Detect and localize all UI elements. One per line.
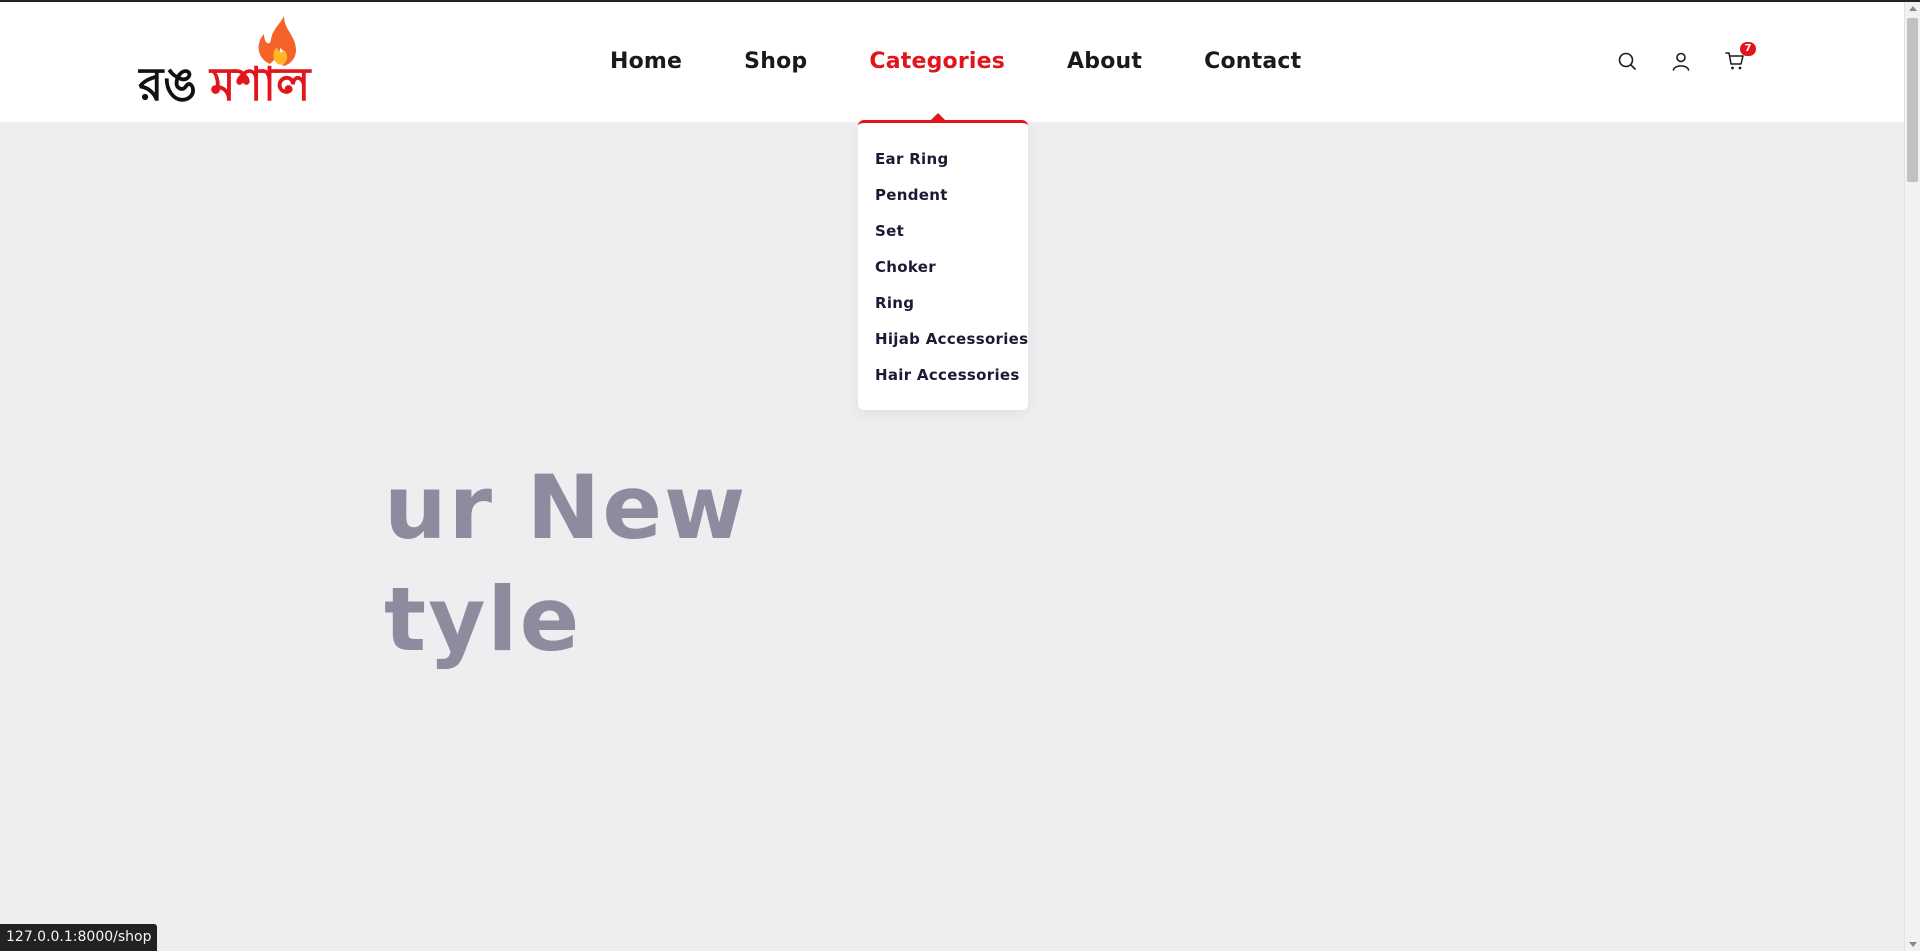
header-icons: 7 — [1614, 42, 1756, 74]
logo-graphic: রঙ মশাল — [136, 16, 312, 111]
category-pendent[interactable]: Pendent — [858, 183, 1028, 219]
category-ear-ring[interactable]: Ear Ring — [858, 147, 1028, 183]
nav-contact[interactable]: Contact — [1204, 42, 1301, 82]
cart-button[interactable]: 7 — [1722, 42, 1756, 74]
search-button[interactable] — [1614, 48, 1640, 74]
scroll-down-arrow-icon[interactable] — [1909, 942, 1917, 947]
logo-text-black: রঙ — [138, 57, 197, 108]
logo-text-red: মশাল — [208, 57, 312, 108]
hero-line-1: ur New — [384, 456, 748, 559]
category-choker[interactable]: Choker — [858, 255, 1028, 291]
nav-categories[interactable]: Categories — [869, 42, 1005, 82]
scroll-up-arrow-icon[interactable] — [1909, 6, 1917, 11]
user-icon — [1672, 52, 1690, 71]
categories-list: Ear Ring Pendent Set Choker Ring Hijab A… — [858, 147, 1028, 399]
hero-heading: ur New tyle — [384, 452, 747, 676]
category-hijab-accessories[interactable]: Hijab Accessories — [858, 327, 1028, 363]
dropdown-caret — [931, 113, 945, 120]
category-ring[interactable]: Ring — [858, 291, 1028, 327]
nav-about[interactable]: About — [1067, 42, 1142, 82]
category-set[interactable]: Set — [858, 219, 1028, 255]
search-icon — [1618, 52, 1636, 70]
nav-home[interactable]: Home — [610, 42, 682, 82]
nav-shop[interactable]: Shop — [744, 42, 807, 82]
hero-line-2: tyle — [384, 568, 582, 671]
scrollbar-thumb[interactable] — [1907, 18, 1918, 182]
main-nav: Home Shop Categories About Contact — [610, 42, 1301, 82]
site-header: রঙ মশাল Home Shop Categories About Conta… — [0, 2, 1904, 122]
account-button[interactable] — [1668, 48, 1694, 74]
category-hair-accessories[interactable]: Hair Accessories — [858, 363, 1028, 399]
page-scrollbar[interactable] — [1904, 2, 1920, 951]
link-status-bar: 127.0.0.1:8000/shop — [0, 924, 158, 951]
categories-dropdown: Ear Ring Pendent Set Choker Ring Hijab A… — [858, 120, 1028, 410]
cart-count-badge: 7 — [1740, 42, 1756, 56]
site-logo[interactable]: রঙ মশাল — [136, 16, 338, 111]
